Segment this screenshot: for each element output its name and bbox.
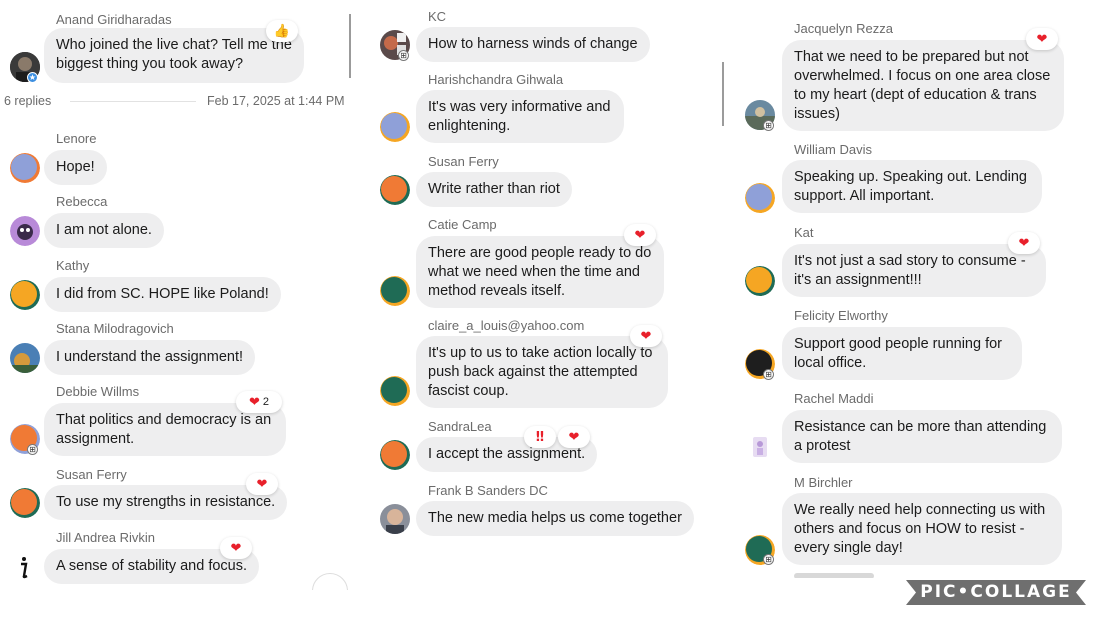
left-panel: ★ Anand Giridharadas Who joined the live… — [0, 0, 355, 590]
author-name: Jacquelyn Rezza — [794, 21, 893, 36]
member-badge-icon: ⊞ — [763, 554, 774, 565]
message-bubble[interactable]: Who joined the live chat? Tell me the bi… — [44, 28, 304, 83]
reaction-heart[interactable]: ❤ — [1026, 28, 1058, 50]
avatar[interactable] — [10, 153, 40, 183]
info-i-icon — [21, 557, 28, 579]
avatar-image — [380, 440, 410, 470]
author-name: Susan Ferry — [56, 467, 127, 482]
author-name: Catie Camp — [428, 217, 497, 232]
avatar[interactable] — [10, 343, 40, 373]
right-panel: Jacquelyn Rezza That we need to be prepa… — [720, 0, 1100, 578]
author-name: M Birchler — [794, 475, 853, 490]
message-bubble[interactable]: I did from SC. HOPE like Poland! — [44, 277, 281, 312]
message-bubble[interactable]: It's up to us to take action locally to … — [416, 336, 668, 408]
author-name: William Davis — [794, 142, 872, 157]
author-name: SandraLea — [428, 419, 492, 434]
author-name: Kat — [794, 225, 814, 240]
message-bubble[interactable]: Speaking up. Speaking out. Lending suppo… — [782, 160, 1042, 213]
reaction-count: 2 — [262, 396, 270, 408]
portrait-image — [380, 504, 410, 534]
reaction-heart[interactable]: ❤ — [624, 224, 656, 246]
member-badge-icon: ⊞ — [27, 444, 38, 455]
avatar[interactable] — [380, 440, 410, 470]
author-name: Harishchandra Gihwala — [428, 72, 564, 87]
author-name: Rebecca — [56, 194, 108, 209]
avatar-image — [10, 280, 40, 310]
reaction-heart[interactable]: ❤ — [558, 426, 590, 448]
avatar-image — [380, 112, 410, 142]
message-bubble[interactable]: How to harness winds of change — [416, 27, 650, 62]
author-name: Kathy — [56, 258, 90, 273]
avatar[interactable] — [10, 552, 40, 582]
reaction-double-exclaim[interactable]: ‼ — [524, 426, 556, 448]
message-bubble[interactable]: That we need to be prepared but not over… — [782, 40, 1064, 131]
message-bubble[interactable]: There are good people ready to do what w… — [416, 236, 664, 308]
member-badge-icon: ⊞ — [763, 369, 774, 380]
avatar-image — [10, 343, 40, 373]
verified-badge-icon: ★ — [27, 72, 38, 83]
avatar-image — [745, 266, 775, 296]
avatar-image — [10, 153, 40, 183]
avatar[interactable] — [10, 280, 40, 310]
avatar[interactable] — [380, 504, 410, 534]
avatar[interactable] — [10, 216, 40, 246]
avatar-image — [380, 376, 410, 406]
reaction-heart[interactable]: ❤ 2 — [236, 391, 282, 413]
message-bubble[interactable]: Resistance can be more than attending a … — [782, 410, 1062, 463]
reaction-heart[interactable]: ❤ — [1008, 232, 1040, 254]
member-badge-icon: ⊞ — [763, 120, 774, 131]
author-name: Debbie Willms — [56, 384, 140, 399]
reaction-heart[interactable]: ❤ — [630, 325, 662, 347]
original-post: ★ Anand Giridharadas Who joined the live… — [0, 0, 345, 90]
message-bubble[interactable]: I am not alone. — [44, 213, 164, 248]
scroll-indicator[interactable] — [722, 62, 724, 126]
reply-count[interactable]: 6 replies — [4, 94, 51, 108]
scroll-indicator[interactable] — [349, 14, 351, 78]
watermark-text: PIC•COLLAGE — [920, 582, 1072, 602]
author-name: Felicity Elworthy — [794, 308, 888, 323]
author-name: Susan Ferry — [428, 154, 499, 169]
piccollage-watermark: PIC•COLLAGE — [906, 580, 1086, 605]
avatar-image — [10, 488, 40, 518]
avatar[interactable] — [745, 266, 775, 296]
reaction-heart[interactable]: ❤ — [246, 473, 278, 495]
avatar[interactable] — [380, 175, 410, 205]
avatar[interactable] — [380, 376, 410, 406]
middle-panel: KC How to harness winds of change ⊞ Hari… — [370, 0, 715, 590]
avatar[interactable] — [745, 432, 775, 462]
message-bubble[interactable]: Hope! — [44, 150, 107, 185]
author-name: Stana Milodragovich — [56, 321, 174, 336]
message-bubble[interactable]: It's not just a sad story to consume - i… — [782, 244, 1046, 297]
next-author-name-cutoff — [794, 573, 874, 578]
member-badge-icon: ⊞ — [398, 50, 409, 61]
divider — [70, 101, 196, 102]
avatar-image — [753, 437, 767, 457]
reaction-heart[interactable]: ❤ — [220, 537, 252, 559]
author-name: Jill Andrea Rivkin — [56, 530, 155, 545]
author-name: KC — [428, 9, 447, 24]
avatar[interactable] — [10, 488, 40, 518]
author-name: Rachel Maddi — [794, 391, 874, 406]
avatar[interactable] — [380, 112, 410, 142]
avatar-image — [10, 216, 40, 246]
avatar-image — [380, 276, 410, 306]
message-bubble[interactable]: We really need help connecting us with o… — [782, 493, 1062, 565]
avatar[interactable] — [380, 276, 410, 306]
author-name: Anand Giridharadas — [56, 12, 172, 27]
scroll-button[interactable] — [312, 573, 348, 590]
reaction-thumbs-up[interactable]: 👍 — [266, 20, 298, 42]
message-bubble[interactable]: Write rather than riot — [416, 172, 572, 207]
avatar-image — [745, 183, 775, 213]
post-timestamp: Feb 17, 2025 at 1:44 PM — [207, 94, 345, 108]
message-bubble[interactable]: The new media helps us come together — [416, 501, 694, 536]
author-name: Frank B Sanders DC — [428, 483, 548, 498]
message-bubble[interactable]: Support good people running for local of… — [782, 327, 1022, 380]
avatar[interactable] — [745, 183, 775, 213]
heart-icon: ❤ — [248, 394, 260, 410]
author-name: Lenore — [56, 131, 97, 146]
avatar-image — [380, 175, 410, 205]
message-bubble[interactable]: It's was very informative and enlighteni… — [416, 90, 624, 143]
message-bubble[interactable]: I understand the assignment! — [44, 340, 256, 375]
author-name: claire_a_louis@yahoo.com — [428, 318, 585, 333]
